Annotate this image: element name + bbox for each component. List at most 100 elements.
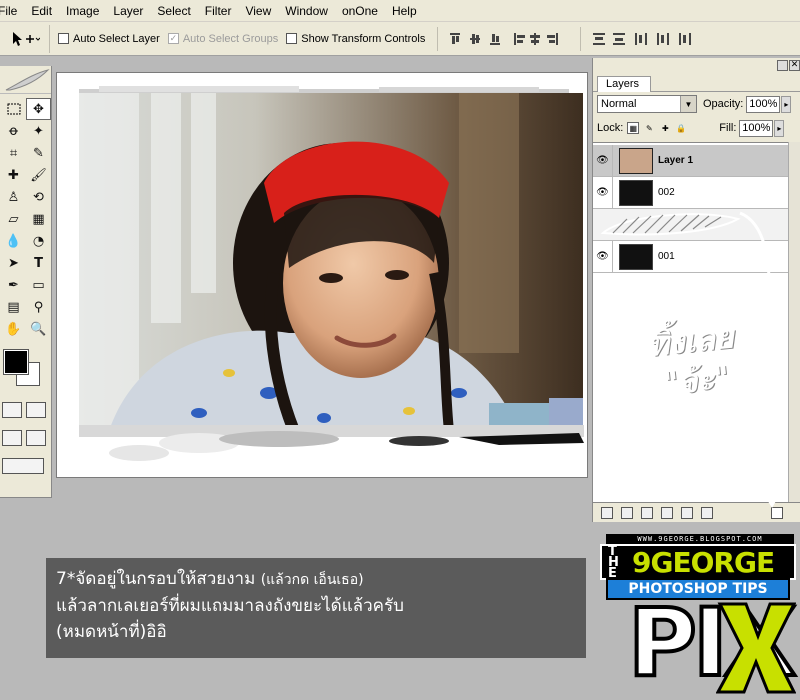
dodge-tool-icon[interactable]: ◔ bbox=[26, 230, 51, 252]
menu-select[interactable]: Select bbox=[150, 0, 197, 22]
menu-image[interactable]: Image bbox=[59, 0, 106, 22]
9george-logo: WWW.9GEORGE.BLOGSPOT.COM THE 9GEORGE PHO… bbox=[598, 532, 798, 697]
menu-edit[interactable]: Edit bbox=[24, 0, 59, 22]
crop-tool-icon[interactable]: ⌗ bbox=[1, 142, 26, 164]
history-brush-tool-icon[interactable]: ⟲ bbox=[26, 186, 51, 208]
healing-brush-tool-icon[interactable]: ✚ bbox=[1, 164, 26, 186]
show-transform-controls-label: Show Transform Controls bbox=[301, 32, 426, 45]
auto-select-layer-label: Auto Select Layer bbox=[73, 32, 160, 45]
hand-tool-icon[interactable]: ✋ bbox=[1, 318, 26, 340]
menu-onone[interactable]: onOne bbox=[335, 0, 385, 22]
quick-mask-modes bbox=[0, 396, 51, 424]
quick-mask-button[interactable] bbox=[26, 402, 46, 418]
logo-url: WWW.9GEORGE.BLOGSPOT.COM bbox=[606, 534, 794, 544]
tool-preset-picker[interactable] bbox=[0, 24, 50, 53]
tab-layers[interactable]: Layers bbox=[597, 76, 651, 92]
menu-window[interactable]: Window bbox=[278, 0, 335, 22]
menu-view[interactable]: View bbox=[238, 0, 278, 22]
fill-slider-button[interactable]: ▸ bbox=[774, 119, 785, 137]
toolbox: ✥ ꝋ ✦ ⌗ ✎ ✚ 🖌 ♙ ⟲ ▱ ▦ 💧 ◔ ➤ T ✒ ▭ ▤ ⚲ ✋ … bbox=[0, 66, 52, 498]
layer-thumbnail bbox=[619, 179, 653, 206]
slice-tool-icon[interactable]: ✎ bbox=[26, 142, 51, 164]
foreground-color-swatch[interactable] bbox=[3, 349, 29, 375]
auto-select-groups-label: Auto Select Groups bbox=[182, 32, 279, 45]
zoom-tool-icon[interactable]: 🔍 bbox=[26, 318, 51, 340]
menu-help[interactable]: Help bbox=[385, 0, 424, 22]
auto-select-groups-checkbox[interactable]: ✓ Auto Select Groups bbox=[167, 32, 279, 45]
lock-transparency-icon[interactable]: ▦ bbox=[627, 122, 640, 134]
pen-tool-icon[interactable]: ✒ bbox=[1, 274, 26, 296]
align-buttons bbox=[437, 26, 568, 51]
blend-mode-value: Normal bbox=[601, 98, 637, 110]
checkbox-box[interactable] bbox=[286, 33, 298, 44]
blend-mode-select[interactable]: Normal ▼ bbox=[597, 95, 697, 113]
menu-bar: File Edit Image Layer Select Filter View… bbox=[0, 0, 800, 22]
menu-layer[interactable]: Layer bbox=[106, 0, 150, 22]
jump-to-imageready bbox=[0, 452, 51, 480]
caption-line-3: (หมดหน้าที่)อิอิ bbox=[56, 622, 167, 642]
lasso-tool-icon[interactable]: ꝋ bbox=[1, 120, 26, 142]
girl-photo bbox=[79, 93, 583, 431]
chevron-down-icon: ▼ bbox=[680, 96, 696, 112]
tool-grid: ✥ ꝋ ✦ ⌗ ✎ ✚ 🖌 ♙ ⟲ ▱ ▦ 💧 ◔ ➤ T ✒ ▭ ▤ ⚲ ✋ … bbox=[0, 94, 51, 340]
marquee-tool-icon[interactable] bbox=[1, 98, 26, 120]
type-tool-icon[interactable]: T bbox=[26, 252, 51, 274]
layer-name: Layer 1 bbox=[658, 155, 694, 166]
close-button[interactable]: ✕ bbox=[789, 60, 800, 71]
feather-icon bbox=[5, 69, 50, 91]
lock-row: Lock: ▦ ✎ ✚ 🔒 Fill: 100% ▸ bbox=[593, 116, 800, 140]
logo-x-mark bbox=[716, 602, 796, 694]
layer-name: 002 bbox=[658, 187, 675, 198]
fill-label: Fill: bbox=[719, 122, 737, 134]
stamp-tool-icon[interactable]: ♙ bbox=[1, 186, 26, 208]
jump-to-imageready-button[interactable] bbox=[2, 458, 44, 474]
align-icons[interactable] bbox=[448, 31, 568, 47]
opacity-input[interactable]: 100% bbox=[746, 95, 781, 113]
screen-modes bbox=[0, 424, 51, 452]
caption-line-1: 7*จัดอยู่ในกรอบให้สวยงาม (แล้วกด เอ็นเธอ… bbox=[56, 566, 576, 593]
screen-mode-standard-button[interactable] bbox=[2, 430, 22, 446]
shape-tool-icon[interactable]: ▭ bbox=[26, 274, 51, 296]
menu-file[interactable]: File bbox=[0, 0, 24, 22]
eraser-tool-icon[interactable]: ▱ bbox=[1, 208, 26, 230]
blur-tool-icon[interactable]: 💧 bbox=[1, 230, 26, 252]
lock-position-icon[interactable]: ✚ bbox=[659, 122, 671, 134]
options-bar: Auto Select Layer ✓ Auto Select Groups S… bbox=[0, 22, 800, 56]
panel-tabs: Layers bbox=[593, 74, 800, 92]
brush-tool-icon[interactable]: 🖌 bbox=[26, 164, 51, 186]
auto-select-layer-checkbox[interactable]: Auto Select Layer bbox=[58, 33, 160, 45]
move-tool-icon[interactable]: ✥ bbox=[26, 98, 51, 120]
layer-row-layer-1[interactable]: 👁 Layer 1 bbox=[593, 144, 789, 177]
handwritten-note: ทิ้งเลย "จ้ะ" bbox=[646, 311, 794, 405]
fill-input[interactable]: 100% bbox=[739, 119, 774, 137]
magic-wand-tool-icon[interactable]: ✦ bbox=[26, 120, 51, 142]
standard-mode-button[interactable] bbox=[2, 402, 22, 418]
grunge-frame-bottom bbox=[79, 425, 584, 461]
color-swatches bbox=[0, 346, 51, 396]
opacity-slider-button[interactable]: ▸ bbox=[781, 95, 792, 113]
distribute-buttons bbox=[580, 26, 711, 51]
caption-line-1-main: 7*จัดอยู่ในกรอบให้สวยงาม bbox=[56, 569, 256, 589]
notes-tool-icon[interactable]: ▤ bbox=[1, 296, 26, 318]
lock-all-icon[interactable]: 🔒 bbox=[675, 122, 687, 134]
panel-title-bar: ✕ bbox=[593, 58, 800, 74]
eyedropper-tool-icon[interactable]: ⚲ bbox=[26, 296, 51, 318]
move-tool-icon bbox=[12, 31, 40, 46]
show-transform-controls-checkbox[interactable]: Show Transform Controls bbox=[286, 33, 425, 45]
blend-row: Normal ▼ Opacity: 100% ▸ bbox=[593, 92, 800, 116]
distribute-icons[interactable] bbox=[591, 31, 711, 47]
gradient-tool-icon[interactable]: ▦ bbox=[26, 208, 51, 230]
path-select-tool-icon[interactable]: ➤ bbox=[1, 252, 26, 274]
logo-brand: 9GEORGE bbox=[632, 545, 775, 579]
checkbox-box[interactable]: ✓ bbox=[167, 33, 179, 44]
menu-filter[interactable]: Filter bbox=[198, 0, 239, 22]
document-canvas[interactable] bbox=[56, 72, 588, 478]
logo-the: THE bbox=[608, 543, 619, 581]
lock-pixels-icon[interactable]: ✎ bbox=[643, 122, 655, 134]
caption-line-2: แล้วลากเลเยอร์ที่ผมแถมมาลงถังขยะได้แล้วค… bbox=[56, 596, 404, 616]
eye-icon[interactable]: 👁 bbox=[593, 176, 613, 209]
checkbox-box[interactable] bbox=[58, 33, 69, 44]
eye-icon[interactable]: 👁 bbox=[593, 144, 613, 177]
screen-mode-full-button[interactable] bbox=[26, 430, 46, 446]
minimize-button[interactable] bbox=[777, 60, 788, 71]
